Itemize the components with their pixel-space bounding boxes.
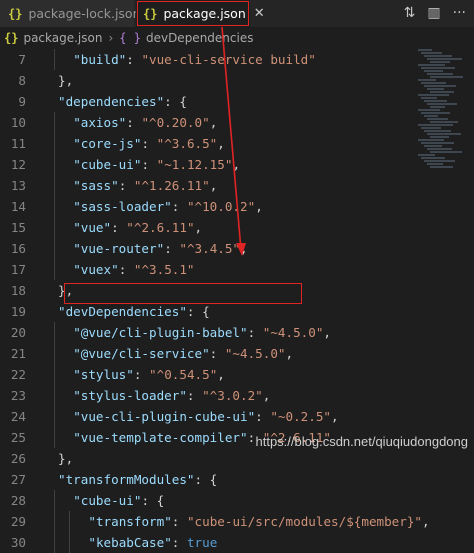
code-token: "transform" bbox=[88, 514, 172, 529]
code-token: , bbox=[422, 514, 430, 529]
line-number: 30 bbox=[10, 535, 26, 550]
code-token: true bbox=[186, 535, 218, 550]
code-text: "kebabCase": true bbox=[88, 532, 217, 553]
code-text: "transformModules": { bbox=[58, 469, 217, 490]
watermark: https://blog.csdn.net/qiuqiudongdong bbox=[255, 434, 468, 449]
code-token: "transformModules" bbox=[58, 472, 195, 487]
code-token: : { bbox=[141, 493, 165, 508]
indent-guide bbox=[69, 532, 71, 553]
code-token: "cube-ui/src/modules/${member}" bbox=[186, 514, 423, 529]
code-token: "cube-ui" bbox=[73, 493, 142, 508]
line-number: 27 bbox=[10, 472, 26, 487]
indent-guide bbox=[54, 511, 55, 532]
annotation-arrow bbox=[221, 26, 246, 256]
line-number: 28 bbox=[10, 493, 26, 508]
code-token: : bbox=[171, 535, 187, 550]
indent-guide bbox=[54, 490, 55, 511]
code-token: : { bbox=[194, 472, 218, 487]
indent-guide bbox=[69, 511, 71, 532]
code-line[interactable]: 28 "cube-ui": { bbox=[0, 490, 474, 511]
code-line[interactable]: 30 "kebabCase": true bbox=[0, 532, 474, 553]
line-number: 29 bbox=[10, 514, 26, 529]
code-text: "cube-ui": { bbox=[73, 490, 164, 511]
code-line[interactable]: 29 "transform": "cube-ui/src/modules/${me… bbox=[0, 511, 474, 532]
code-token: : bbox=[171, 514, 187, 529]
indent-guide bbox=[54, 532, 55, 553]
code-text: "transform": "cube-ui/src/modules/${memb… bbox=[88, 511, 429, 532]
code-token: "kebabCase" bbox=[88, 535, 172, 550]
code-line[interactable]: 27 "transformModules": { bbox=[0, 469, 474, 490]
